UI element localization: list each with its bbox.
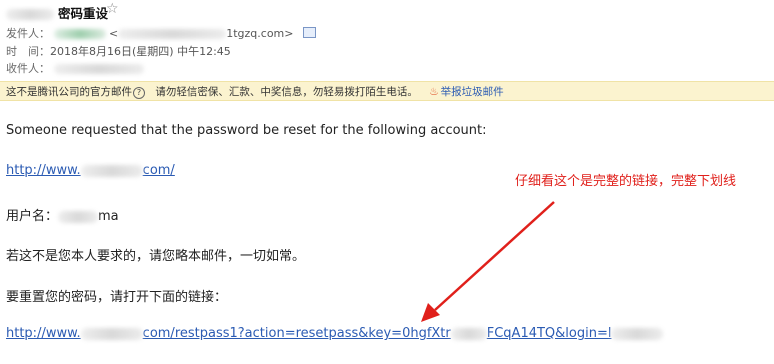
annotation-arrow [421, 201, 555, 322]
arrow-shaft [434, 201, 555, 311]
arrow-head [421, 303, 440, 322]
